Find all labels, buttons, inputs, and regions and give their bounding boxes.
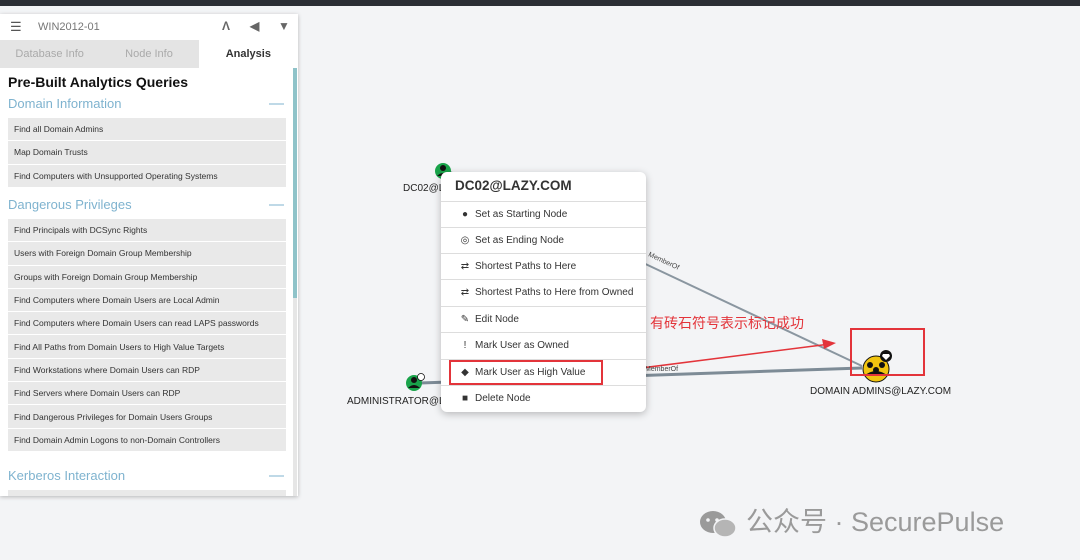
tab-node-info[interactable]: Node Info <box>99 40 199 68</box>
query-item[interactable]: Find Principals with DCSync Rights <box>8 219 286 243</box>
edit-icon: ✎ <box>460 314 470 325</box>
context-menu-title: DC02@LAZY.COM <box>455 178 572 193</box>
section-title: Kerberos Interaction <box>8 468 126 483</box>
query-item[interactable]: Map Domain Trusts <box>8 141 286 165</box>
menu-item-set-starting-node[interactable]: ● Set as Starting Node <box>441 201 646 227</box>
shuffle-icon: ⇄ <box>460 261 470 272</box>
menu-item-delete-node[interactable]: ■ Delete Node <box>441 385 646 411</box>
bullseye-icon: ◎ <box>460 235 470 246</box>
wechat-icon <box>700 510 737 538</box>
query-item[interactable]: Find Servers where Domain Users can RDP <box>8 382 286 406</box>
section-dangerous-privileges[interactable]: Dangerous Privileges — <box>8 195 288 215</box>
hamburger-menu-icon[interactable]: ☰ <box>10 20 22 33</box>
page-title: Pre-Built Analytics Queries <box>8 74 188 90</box>
highlight-box-menu-item <box>449 360 603 385</box>
panel-tabs: Database Info Node Info Analysis <box>0 40 298 68</box>
watermark: 公众号 · SecurePulse <box>698 500 1004 539</box>
privilege-query-list: Find Principals with DCSync Rights Users… <box>8 219 286 452</box>
domain-query-list: Find all Domain Admins Map Domain Trusts… <box>8 118 286 188</box>
tab-database-info[interactable]: Database Info <box>0 40 100 68</box>
menu-item-shortest-paths-owned[interactable]: ⇄ Shortest Paths to Here from Owned <box>441 279 646 305</box>
next-query-item[interactable] <box>8 490 286 496</box>
filter-icon[interactable]: ▼ <box>278 19 290 33</box>
query-item[interactable]: Find Computers with Unsupported Operatin… <box>8 164 286 188</box>
highlight-box-node <box>850 328 925 376</box>
edge-label-memberof: MemberOf <box>645 366 679 373</box>
shuffle-icon: ⇄ <box>460 287 470 298</box>
back-icon[interactable]: ◀ <box>250 19 259 33</box>
search-input[interactable]: WIN2012-01 <box>38 21 100 33</box>
menu-item-edit-node[interactable]: ✎ Edit Node <box>441 306 646 332</box>
section-title: Domain Information <box>8 96 122 111</box>
menu-item-label: Set as Ending Node <box>475 235 564 246</box>
trash-icon: ■ <box>461 393 469 404</box>
query-item[interactable]: Groups with Foreign Domain Group Members… <box>8 265 286 289</box>
administrator-node-icon[interactable] <box>406 373 425 392</box>
menu-item-set-ending-node[interactable]: ◎ Set as Ending Node <box>441 227 646 253</box>
collapse-icon[interactable]: — <box>269 95 284 112</box>
menu-item-mark-owned[interactable]: ! Mark User as Owned <box>441 332 646 358</box>
domain-admins-node-label: DOMAIN ADMINS@LAZY.COM <box>810 386 952 397</box>
menu-item-label: Shortest Paths to Here <box>475 261 577 272</box>
search-row: ☰ WIN2012-01 Λ ◀ ▼ <box>0 14 298 40</box>
map-marker-icon: ● <box>461 209 469 220</box>
watermark-text: 公众号 · SecurePulse <box>746 507 1005 537</box>
section-domain-information[interactable]: Domain Information — <box>8 94 288 114</box>
analysis-panel: ☰ WIN2012-01 Λ ◀ ▼ Database Info Node In… <box>0 14 298 496</box>
menu-item-label: Edit Node <box>475 314 519 325</box>
dc02-node-label: DC02@L <box>403 183 445 194</box>
menu-item-label: Mark User as Owned <box>475 340 569 351</box>
menu-item-label: Shortest Paths to Here from Owned <box>475 287 634 298</box>
query-item[interactable]: Find Dangerous Privileges for Domain Use… <box>8 405 286 429</box>
collapse-icon[interactable]: — <box>269 467 284 484</box>
analysis-content: Pre-Built Analytics Queries Domain Infor… <box>0 68 298 496</box>
tab-analysis[interactable]: Analysis <box>198 40 298 68</box>
query-item[interactable]: Users with Foreign Domain Group Membersh… <box>8 242 286 266</box>
menu-item-shortest-paths[interactable]: ⇄ Shortest Paths to Here <box>441 253 646 279</box>
administrator-node-label: ADMINISTRATOR@LA <box>347 396 452 407</box>
query-item[interactable]: Find Workstations where Domain Users can… <box>8 358 286 383</box>
pathfinding-icon[interactable]: Λ <box>222 19 230 33</box>
query-item[interactable]: Find Domain Admin Logons to non-Domain C… <box>8 428 286 452</box>
section-title: Dangerous Privileges <box>8 197 132 212</box>
query-item[interactable]: Find Computers where Domain Users are Lo… <box>8 288 286 313</box>
exclamation-icon: ! <box>463 340 467 351</box>
query-item[interactable]: Find all Domain Admins <box>8 118 286 142</box>
scrollbar-thumb[interactable] <box>293 68 297 298</box>
annotation-arrowhead <box>822 339 836 349</box>
menu-item-label: Delete Node <box>475 393 531 404</box>
menu-item-label: Set as Starting Node <box>475 209 568 220</box>
query-item[interactable]: Find All Paths from Domain Users to High… <box>8 335 286 359</box>
annotation-text: 有砖石符号表示标记成功 <box>650 315 804 331</box>
query-item[interactable]: Find Computers where Domain Users can re… <box>8 312 286 336</box>
collapse-icon[interactable]: — <box>269 196 284 213</box>
section-kerberos-interaction[interactable]: Kerberos Interaction — <box>8 466 288 486</box>
